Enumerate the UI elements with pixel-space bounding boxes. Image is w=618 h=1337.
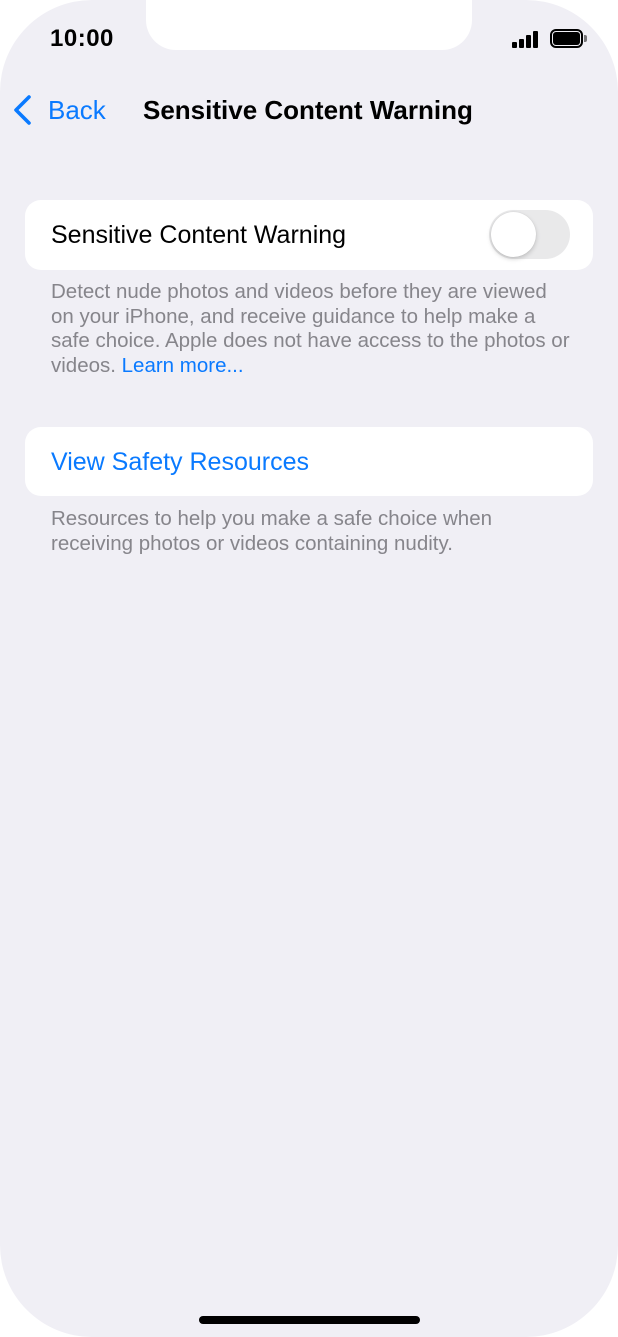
cellular-signal-icon — [512, 31, 542, 48]
safety-resources-footer: Resources to help you make a safe choice… — [51, 507, 493, 555]
toggle-knob — [491, 212, 536, 257]
page-title: Sensitive Content Warning — [143, 95, 473, 125]
sensitive-content-warning-toggle[interactable] — [489, 210, 570, 259]
battery-full-icon — [550, 29, 587, 48]
view-safety-resources-link[interactable]: View Safety Resources — [51, 448, 309, 477]
view-safety-resources-row[interactable]: View Safety Resources — [25, 427, 593, 496]
learn-more-link[interactable]: Learn more... — [122, 354, 244, 377]
sensitive-content-warning-row: Sensitive Content Warning — [25, 200, 593, 270]
back-button-label: Back — [48, 94, 106, 125]
back-button[interactable]: Back — [12, 92, 106, 128]
status-time: 10:00 — [50, 25, 114, 52]
device-notch — [146, 0, 472, 50]
chevron-left-icon — [14, 95, 31, 125]
sensitive-content-warning-label: Sensitive Content Warning — [51, 221, 347, 249]
phone-screen: 10:00 Back Sensitive Content Warning Sen… — [0, 0, 618, 1337]
home-indicator[interactable] — [199, 1316, 420, 1324]
sensitive-content-warning-footer: Detect nude photos and videos before the… — [51, 280, 571, 378]
